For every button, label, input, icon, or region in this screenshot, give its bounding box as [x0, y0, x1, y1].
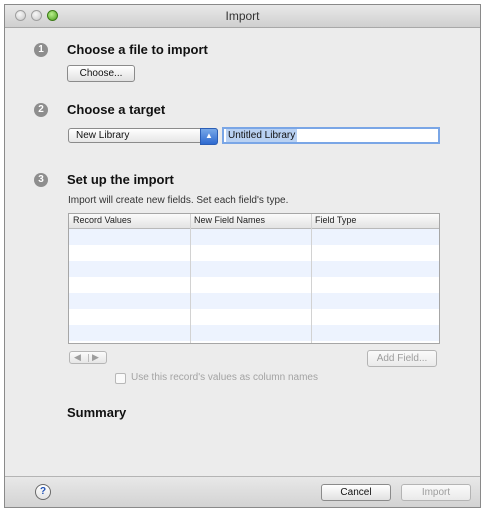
- column-header-new-field-names[interactable]: New Field Names: [194, 215, 265, 225]
- column-divider: [311, 214, 312, 343]
- cancel-button[interactable]: Cancel: [321, 484, 391, 501]
- title-bar: Import: [5, 5, 480, 28]
- stepper-divider: [88, 354, 89, 362]
- library-name-value: Untitled Library: [226, 129, 298, 142]
- choose-file-button[interactable]: Choose...: [67, 65, 135, 82]
- table-row[interactable]: [69, 309, 439, 325]
- step-3-heading: Set up the import: [67, 172, 174, 187]
- window-title: Import: [225, 9, 260, 23]
- help-icon[interactable]: ?: [35, 484, 51, 500]
- table-row[interactable]: [69, 229, 439, 245]
- table-row[interactable]: [69, 293, 439, 309]
- field-mapping-table[interactable]: Record Values New Field Names Field Type: [68, 213, 440, 344]
- target-popup-label: New Library: [76, 130, 130, 141]
- table-row[interactable]: [69, 245, 439, 261]
- column-divider: [190, 214, 191, 343]
- import-button[interactable]: Import: [401, 484, 471, 501]
- step-1-heading: Choose a file to import: [67, 42, 208, 57]
- previous-record-arrow-icon[interactable]: ◀: [74, 352, 81, 363]
- table-row[interactable]: [69, 325, 439, 341]
- step-2-heading: Choose a target: [67, 102, 166, 117]
- table-row[interactable]: [69, 277, 439, 293]
- setup-description: Import will create new fields. Set each …: [68, 195, 289, 206]
- summary-heading: Summary: [67, 405, 127, 420]
- checkbox-label: Use this record's values as column names: [131, 372, 318, 383]
- step-1-badge: 1: [34, 43, 48, 57]
- up-down-arrows-icon: ▲: [200, 128, 218, 145]
- use-values-as-column-names-checkbox[interactable]: [115, 373, 126, 384]
- column-header-record-values[interactable]: Record Values: [73, 215, 131, 225]
- bottom-bar: ? Cancel Import: [5, 476, 480, 507]
- target-popup[interactable]: New Library ▲: [68, 128, 218, 145]
- library-name-field[interactable]: Untitled Library: [222, 127, 440, 144]
- column-header-field-type[interactable]: Field Type: [315, 215, 356, 225]
- step-2-badge: 2: [34, 103, 48, 117]
- table-row[interactable]: [69, 261, 439, 277]
- add-field-button[interactable]: Add Field...: [367, 350, 437, 367]
- record-stepper[interactable]: ◀ ▶: [69, 351, 107, 364]
- step-3-badge: 3: [34, 173, 48, 187]
- import-window: Import 1 Choose a file to import Choose.…: [4, 4, 481, 508]
- table-header: Record Values New Field Names Field Type: [69, 214, 439, 229]
- next-record-arrow-icon[interactable]: ▶: [92, 352, 99, 363]
